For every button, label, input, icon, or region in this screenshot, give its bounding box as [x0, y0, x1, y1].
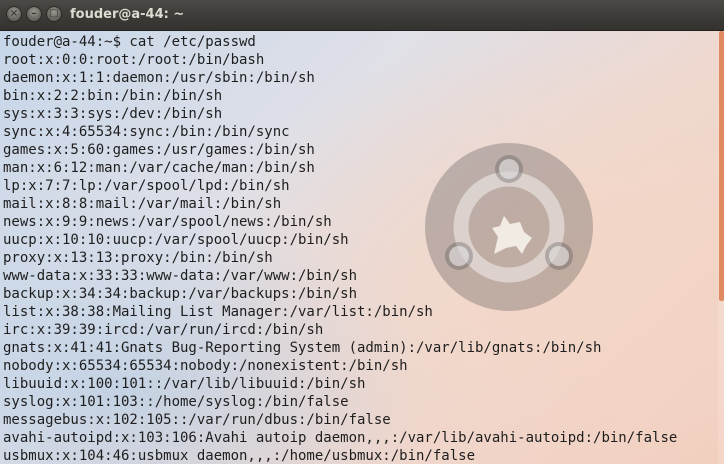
passwd-entry-line: daemon:x:1:1:daemon:/usr/sbin:/bin/sh [3, 70, 315, 86]
title-bar[interactable]: × – □ fouder@a-44: ~ [0, 0, 724, 31]
terminal-window: × – □ fouder@a-44: ~ fouder@a-44:~$ cat … [0, 0, 724, 464]
minimize-button[interactable]: – [26, 6, 42, 22]
terminal-area[interactable]: fouder@a-44:~$ cat /etc/passwd root:x:0:0… [0, 31, 724, 464]
passwd-entry-line: irc:x:39:39:ircd:/var/run/ircd:/bin/sh [3, 322, 324, 338]
scrollbar-thumb[interactable] [719, 31, 724, 301]
close-button[interactable]: × [6, 6, 22, 22]
scrollbar[interactable] [718, 31, 724, 464]
command-prompt-line: fouder@a-44:~$ cat /etc/passwd [3, 34, 256, 50]
passwd-entry-line: sync:x:4:65534:sync:/bin:/bin/sync [3, 124, 290, 140]
passwd-entry-line: nobody:x:65534:65534:nobody:/nonexistent… [3, 358, 408, 374]
passwd-entry-line: libuuid:x:100:101::/var/lib/libuuid:/bin… [3, 376, 366, 392]
passwd-entry-line: list:x:38:38:Mailing List Manager:/var/l… [3, 304, 433, 320]
passwd-entry-line: messagebus:x:102:105::/var/run/dbus:/bin… [3, 412, 391, 428]
passwd-entry-line: uucp:x:10:10:uucp:/var/spool/uucp:/bin/s… [3, 232, 349, 248]
passwd-entry-line: www-data:x:33:33:www-data:/var/www:/bin/… [3, 268, 358, 284]
terminal-output: fouder@a-44:~$ cat /etc/passwd root:x:0:0… [3, 33, 677, 464]
passwd-entry-line: news:x:9:9:news:/var/spool/news:/bin/sh [3, 214, 332, 230]
passwd-entry-line: mail:x:8:8:mail:/var/mail:/bin/sh [3, 196, 282, 212]
maximize-button[interactable]: □ [46, 6, 62, 22]
passwd-entry-line: syslog:x:101:103::/home/syslog:/bin/fals… [3, 394, 349, 410]
passwd-entry-line: lp:x:7:7:lp:/var/spool/lpd:/bin/sh [3, 178, 290, 194]
window-title: fouder@a-44: ~ [70, 7, 185, 22]
passwd-entry-line: usbmux:x:104:46:usbmux daemon,,,:/home/u… [3, 448, 476, 464]
passwd-entry-line: root:x:0:0:root:/root:/bin/bash [3, 52, 265, 68]
passwd-entry-line: proxy:x:13:13:proxy:/bin:/bin/sh [3, 250, 273, 266]
passwd-entry-line: avahi-autoipd:x:103:106:Avahi autoip dae… [3, 430, 678, 446]
passwd-entry-line: gnats:x:41:41:Gnats Bug-Reporting System… [3, 340, 602, 356]
passwd-entry-line: games:x:5:60:games:/usr/games:/bin/sh [3, 142, 315, 158]
passwd-entry-line: bin:x:2:2:bin:/bin:/bin/sh [3, 88, 223, 104]
passwd-entry-line: backup:x:34:34:backup:/var/backups:/bin/… [3, 286, 358, 302]
passwd-entry-line: man:x:6:12:man:/var/cache/man:/bin/sh [3, 160, 315, 176]
passwd-entry-line: sys:x:3:3:sys:/dev:/bin/sh [3, 106, 223, 122]
